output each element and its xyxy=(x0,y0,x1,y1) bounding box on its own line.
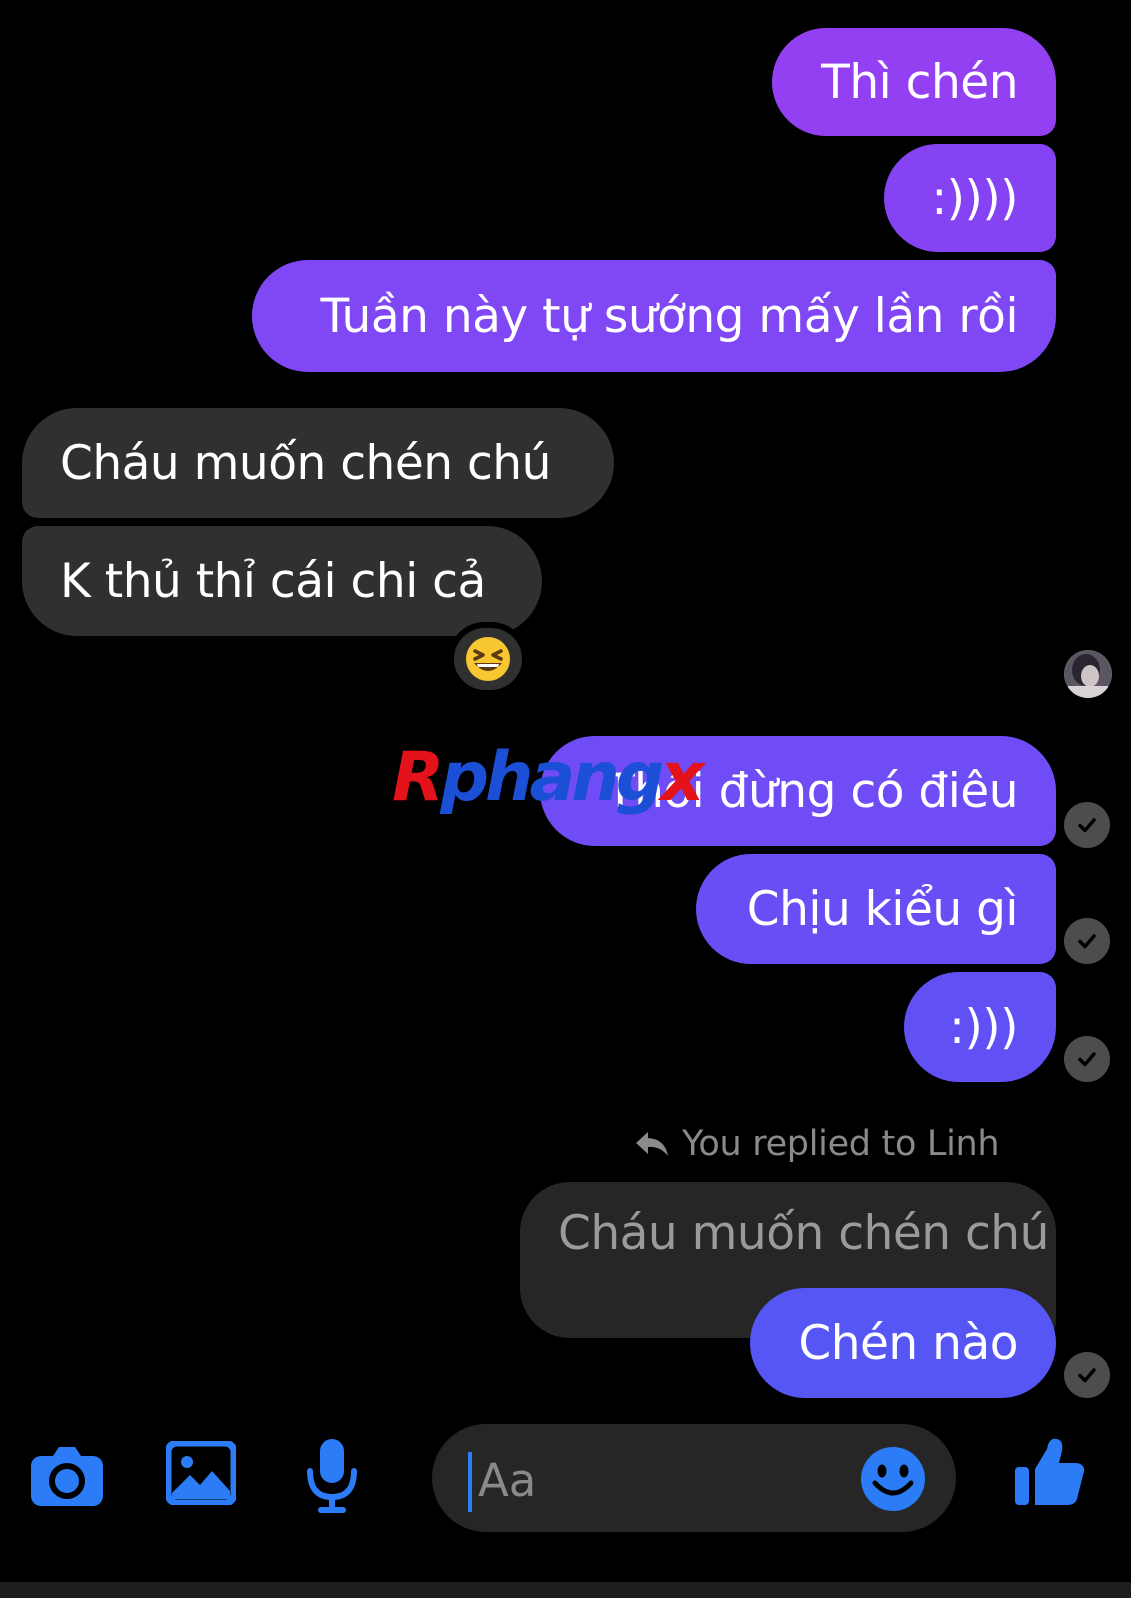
message-thread: Thì chén :)))) Tuần này tự sướng mấy lần… xyxy=(0,0,1131,1440)
message-reaction[interactable] xyxy=(448,622,528,696)
watermark: Rphangx xyxy=(392,738,704,817)
message-bubble[interactable]: :)))) xyxy=(884,144,1056,252)
message-input-placeholder: Aa xyxy=(478,1454,537,1507)
message-text: Tuần này tự sướng mấy lần rồi xyxy=(320,288,1018,344)
seen-check-icon xyxy=(1064,1352,1110,1398)
thumbs-up-icon xyxy=(1015,1438,1085,1505)
message-bubble[interactable]: :))) xyxy=(904,972,1056,1082)
camera-button[interactable] xyxy=(26,1436,108,1516)
emoji-button[interactable] xyxy=(858,1444,928,1514)
voice-button[interactable] xyxy=(300,1436,364,1516)
emoji-icon xyxy=(861,1447,925,1511)
composer-bar: Aa xyxy=(0,1400,1131,1598)
message-bubble[interactable]: Chịu kiểu gì xyxy=(696,854,1056,964)
message-text: :)))) xyxy=(931,170,1018,226)
reply-label: You replied to Linh xyxy=(682,1124,1000,1164)
message-bubble[interactable]: Chén nào xyxy=(750,1288,1056,1398)
seen-check-icon xyxy=(1064,1036,1110,1082)
reply-indicator: You replied to Linh xyxy=(634,1124,1000,1164)
message-text: Chén nào xyxy=(798,1315,1018,1371)
like-button[interactable] xyxy=(1010,1430,1090,1514)
avatar xyxy=(1064,650,1112,698)
seen-check-icon xyxy=(1064,918,1110,964)
message-text: Chịu kiểu gì xyxy=(746,881,1019,937)
quoted-message-text: Cháu muốn chén chú xyxy=(558,1206,1049,1261)
home-indicator-bar xyxy=(0,1582,1131,1598)
message-bubble[interactable]: Thì chén xyxy=(772,28,1056,136)
message-input[interactable]: Aa xyxy=(432,1424,956,1532)
message-bubble[interactable]: Tuần này tự sướng mấy lần rồi xyxy=(252,260,1056,372)
message-text: K thủ thỉ cái chi cả xyxy=(60,553,486,609)
reply-arrow-icon xyxy=(636,1132,668,1156)
gallery-button[interactable] xyxy=(164,1436,238,1510)
message-text: :))) xyxy=(949,999,1018,1055)
image-icon xyxy=(166,1441,236,1505)
message-text: Thì chén xyxy=(821,54,1018,110)
camera-icon xyxy=(31,1447,103,1506)
text-cursor xyxy=(468,1452,472,1512)
microphone-icon xyxy=(307,1439,357,1513)
seen-check-icon xyxy=(1064,802,1110,848)
message-bubble[interactable]: K thủ thỉ cái chi cả xyxy=(22,526,542,636)
message-text: Cháu muốn chén chú xyxy=(60,435,551,491)
laughing-emoji-icon xyxy=(466,637,510,681)
message-bubble[interactable]: Cháu muốn chén chú xyxy=(22,408,614,518)
